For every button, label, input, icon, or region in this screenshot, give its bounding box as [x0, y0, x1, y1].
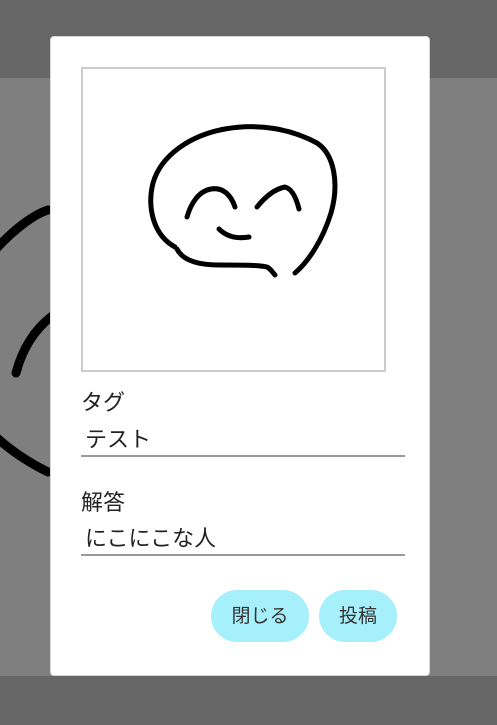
- smiley-doodle: [148, 124, 338, 278]
- drawing-preview: [81, 67, 386, 372]
- tag-label: タグ: [81, 391, 126, 416]
- answer-input[interactable]: にこにこな人: [81, 526, 405, 556]
- post-button[interactable]: 投稿: [319, 590, 397, 642]
- tag-input[interactable]: テスト: [81, 427, 405, 457]
- background-footer: [0, 676, 497, 725]
- close-button[interactable]: 閉じる: [211, 590, 309, 642]
- post-dialog: タグ テスト 解答 にこにこな人 閉じる 投稿: [50, 36, 430, 676]
- answer-label: 解答: [81, 491, 126, 516]
